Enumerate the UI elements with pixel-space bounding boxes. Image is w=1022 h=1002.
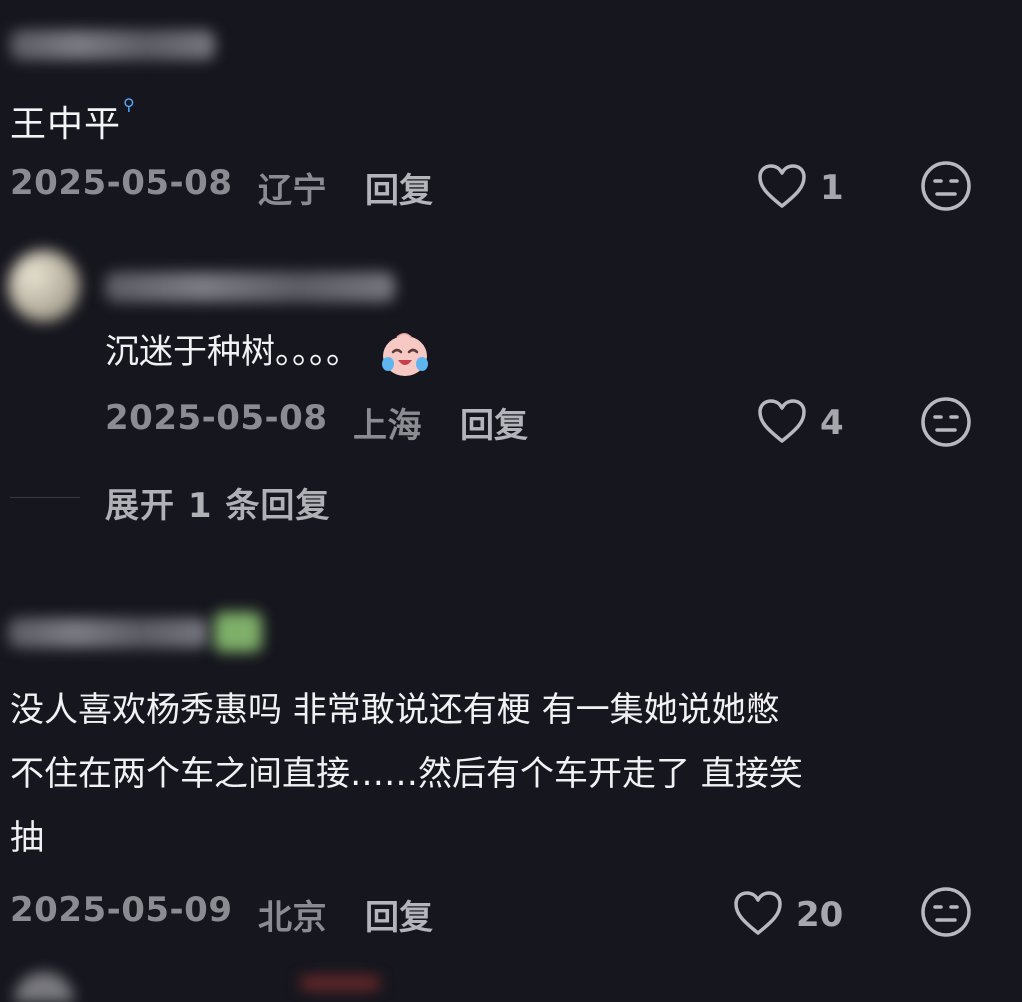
search-icon[interactable]: ⚲ [123, 95, 136, 114]
dislike-face-icon[interactable] [920, 886, 972, 938]
comment-3-like-count: 20 [796, 895, 844, 935]
blurred-badge [300, 976, 380, 990]
avatar[interactable] [8, 250, 80, 322]
comment-2-like-count: 4 [820, 403, 844, 443]
comment-2-reply-button[interactable]: 回复 [460, 398, 528, 447]
blurred-username [8, 618, 208, 648]
blurred-badge [214, 612, 262, 652]
heart-icon[interactable] [757, 398, 807, 444]
comment-1-location: 辽宁 [258, 171, 327, 211]
blurred-username [105, 272, 395, 302]
dislike-face-icon[interactable] [920, 396, 972, 448]
laughing-crying-emoji-icon [379, 328, 431, 380]
comment-3-reply-button[interactable]: 回复 [365, 890, 433, 939]
dislike-face-icon[interactable] [920, 160, 972, 212]
expand-replies-button[interactable]: 展开 1 条回复 [105, 478, 330, 527]
comment-1-reply-button[interactable]: 回复 [365, 163, 433, 212]
comment-2-date: 2025-05-08 [105, 398, 328, 438]
comment-1-date: 2025-05-08 [10, 163, 233, 203]
blurred-username [10, 30, 215, 60]
avatar[interactable] [14, 972, 74, 1002]
comment-1-text: 王中平 ⚲ [10, 95, 136, 145]
comment-1-like-count: 1 [820, 168, 844, 208]
heart-icon[interactable] [733, 890, 783, 936]
comment-3-location: 北京 [258, 898, 327, 938]
comment-2-location: 上海 [353, 406, 422, 446]
heart-icon[interactable] [757, 163, 807, 209]
comment-2-text: 沉迷于种树。。。。 [105, 320, 431, 384]
comment-3-date: 2025-05-09 [10, 890, 233, 930]
expand-divider [10, 497, 80, 498]
comment-3-text: 没人喜欢杨秀惠吗 非常敢说还有梗 有一集她说她憋 不住在两个车之间直接……然后有… [10, 690, 803, 858]
